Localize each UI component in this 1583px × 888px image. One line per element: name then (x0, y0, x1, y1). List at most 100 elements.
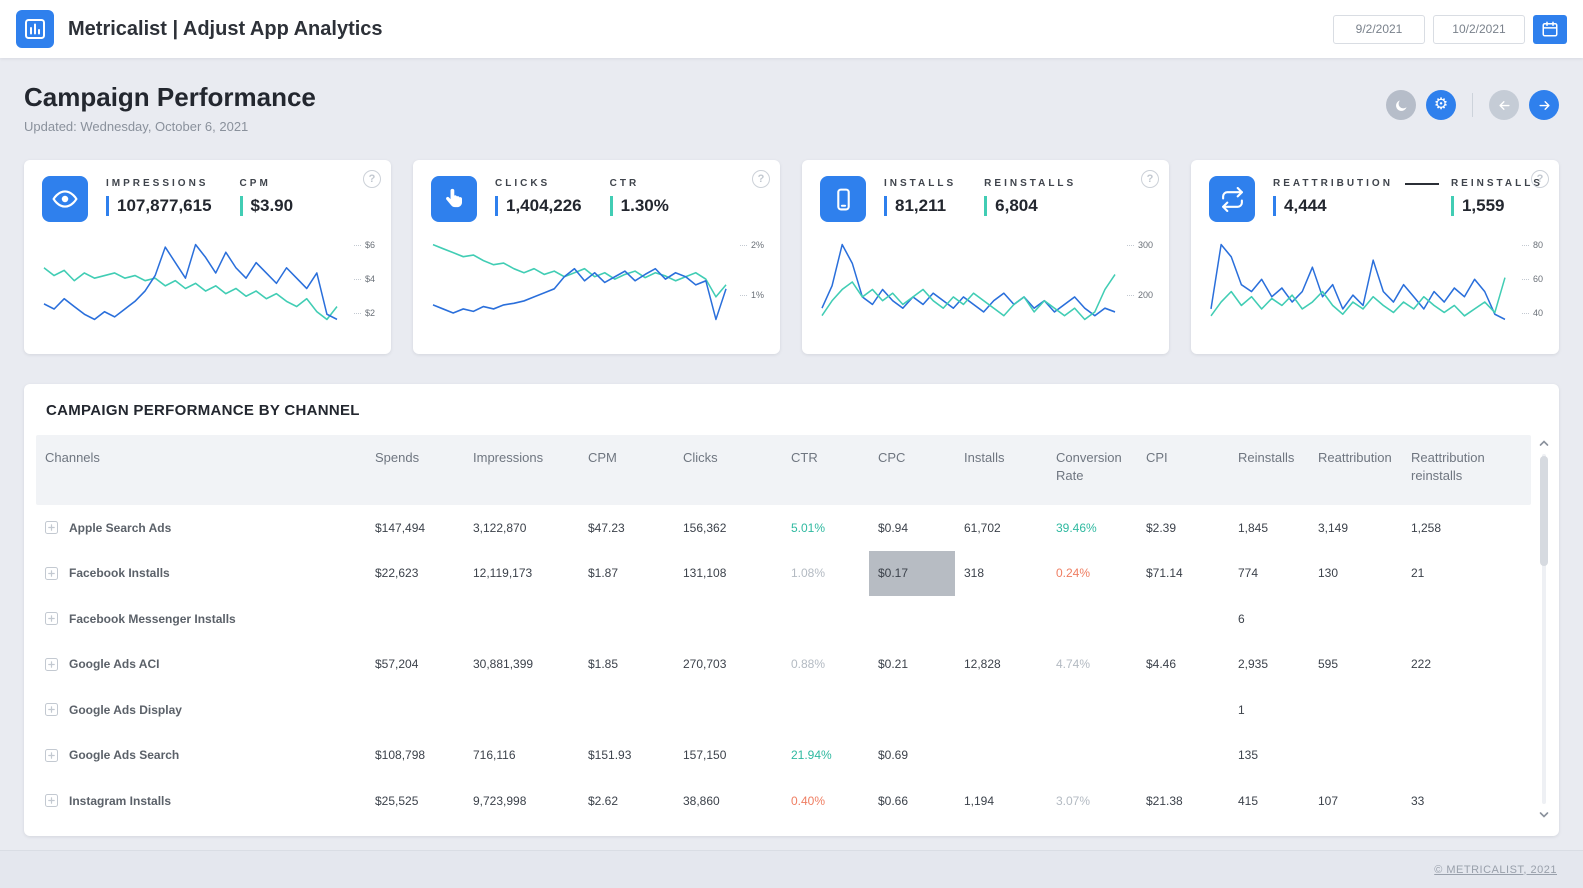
column-header: Spends (375, 450, 420, 465)
arrow-left-icon (1498, 100, 1510, 110)
spark-axis-label: 200 (1127, 290, 1153, 300)
table-cell: $4.46 (1146, 657, 1177, 672)
channel-cell[interactable]: Google Ads Display (36, 687, 366, 733)
calendar-icon (1542, 21, 1558, 37)
kpi-card-installs: ? INSTALLS 81,211 REINSTALLS 6,804 300 2… (802, 160, 1170, 354)
channel-name: Facebook Messenger Installs (69, 611, 236, 626)
spark-series-reinstalls-teal (1210, 277, 1506, 317)
table-cell: 774 (1238, 566, 1259, 581)
chevron-up-icon (1539, 440, 1549, 446)
table-cell: 38,860 (683, 793, 720, 808)
channel-cell[interactable]: Google Ads Search (36, 733, 366, 779)
table-cell (464, 687, 579, 733)
metric-value: 4,444 (1273, 196, 1393, 216)
table-cell: $57,204 (375, 657, 419, 672)
metric-label: IMPRESSIONS (106, 178, 209, 189)
table-cell: 135 (1238, 748, 1259, 763)
table-row[interactable]: Facebook Installs $22,623 12,119,173 $1.87 1… (36, 550, 1531, 597)
column-header: Reattribution (1318, 450, 1392, 465)
metric-label: REINSTALLS (1450, 178, 1543, 189)
channel-cell[interactable]: Facebook Messenger Installs (36, 596, 366, 642)
table-cell: 3,122,870 (473, 520, 527, 535)
expand-row-icon[interactable] (45, 521, 58, 535)
table-cell: 2,935 (1238, 657, 1269, 672)
table-cell (1137, 596, 1229, 642)
metric-clicks: CLICKS 1,404,226 (495, 178, 582, 216)
scroll-down-button[interactable] (1537, 808, 1551, 822)
expand-row-icon[interactable] (45, 794, 58, 808)
channel-cell[interactable]: Google Ads ACI (36, 642, 366, 688)
table-row[interactable]: Google Ads ACI $57,204 30,881,399 $1.85 270,… (36, 642, 1531, 688)
table-cell (1047, 687, 1137, 733)
next-button[interactable] (1529, 90, 1559, 120)
spark-axis-label: $2 (354, 308, 375, 318)
spark-series-cpm-blue (43, 243, 338, 321)
table-cell (674, 687, 782, 733)
top-navbar: Metricalist | Adjust App Analytics 9/2/2… (0, 0, 1583, 58)
expand-row-icon[interactable] (45, 703, 58, 717)
help-icon[interactable]: ? (363, 170, 381, 188)
channel-name: Google Ads Display (69, 702, 182, 717)
copyright-link[interactable]: © METRICALIST, 2021 (1434, 864, 1557, 876)
metric-value: 107,877,615 (106, 196, 212, 216)
calendar-button[interactable] (1533, 14, 1567, 44)
scroll-up-button[interactable] (1537, 436, 1551, 450)
kpi-card-clicks: ? CLICKS 1,404,226 CTR 1.30% 2% 1% (413, 160, 781, 354)
highlighted-cell[interactable]: $0.17 (869, 550, 955, 596)
table-cell (1402, 687, 1531, 733)
scrollbar-thumb[interactable] (1540, 456, 1548, 566)
column-header: CTR (791, 450, 818, 465)
expand-row-icon[interactable] (45, 748, 58, 762)
page-footer: © METRICALIST, 2021 (0, 850, 1583, 888)
spark-series-installs-blue (821, 243, 1116, 317)
spark-series-ctr-teal (432, 243, 727, 298)
label-connector-line (1404, 183, 1439, 185)
help-icon[interactable]: ? (1530, 170, 1549, 188)
table-row[interactable]: Instagram Installs $25,525 9,723,998 $2.62 3… (36, 778, 1531, 824)
page-title: Campaign Performance (24, 82, 316, 112)
column-header: CPC (878, 450, 906, 465)
metric-impressions: IMPRESSIONS 107,877,615 (106, 178, 212, 216)
table-title: CAMPAIGN PERFORMANCE BY CHANNEL (46, 402, 360, 419)
channel-cell[interactable]: Apple Search Ads (36, 505, 366, 551)
kpi-card-reattribution: ? REATTRIBUTION 4,444 REINSTALLS 1,559 8… (1191, 160, 1559, 354)
moon-icon (1395, 100, 1406, 111)
table-cell (366, 687, 464, 733)
sparkline-chart: 300 200 (820, 238, 1153, 326)
date-to-input[interactable]: 10/2/2021 (1433, 14, 1525, 44)
metric-value: 1.30% (609, 196, 669, 216)
table-row[interactable]: Facebook Messenger Installs 6 (36, 596, 1531, 642)
table-cell: 21.94% (791, 748, 832, 763)
table-scrollbar[interactable] (1537, 436, 1551, 822)
sparkline-chart: 80 60 40 (1209, 238, 1543, 326)
channel-cell[interactable]: Facebook Installs (36, 551, 366, 597)
table-cell: 3,149 (1318, 520, 1349, 535)
help-icon[interactable]: ? (752, 170, 771, 188)
table-row[interactable]: Apple Search Ads $147,494 3,122,870 $47.23 1… (36, 505, 1531, 551)
dark-mode-button[interactable] (1386, 90, 1416, 120)
table-row[interactable]: Google Ads Display 1 (36, 687, 1531, 733)
date-from-input[interactable]: 9/2/2021 (1333, 14, 1425, 44)
prev-button[interactable] (1489, 90, 1519, 120)
expand-row-icon[interactable] (45, 566, 58, 580)
column-header: CPI (1146, 450, 1168, 465)
table-cell: $1.85 (588, 657, 619, 672)
help-icon[interactable]: ? (1141, 170, 1160, 188)
table-cell (869, 687, 955, 733)
table-row[interactable]: Google Ads Search $108,798 716,116 $151.93 1… (36, 733, 1531, 779)
sparkline-chart: 2% 1% (431, 238, 764, 326)
table-cell: 5.01% (791, 520, 826, 535)
expand-row-icon[interactable] (45, 657, 58, 671)
table-cell: 21 (1411, 566, 1425, 581)
metric-reattr-reinstalls: REINSTALLS 1,559 (1450, 178, 1543, 216)
table-cell: 415 (1238, 793, 1259, 808)
table-cell (1137, 687, 1229, 733)
channel-cell[interactable]: Instagram Installs (36, 778, 366, 824)
table-cell: 3.07% (1056, 793, 1091, 808)
table-cell: 595 (1318, 657, 1339, 672)
settings-button[interactable]: ⚙ (1426, 90, 1456, 120)
app-logo-icon (16, 10, 54, 48)
table-cell: $0.69 (878, 748, 909, 763)
expand-row-icon[interactable] (45, 612, 58, 626)
table-cell (579, 687, 674, 733)
